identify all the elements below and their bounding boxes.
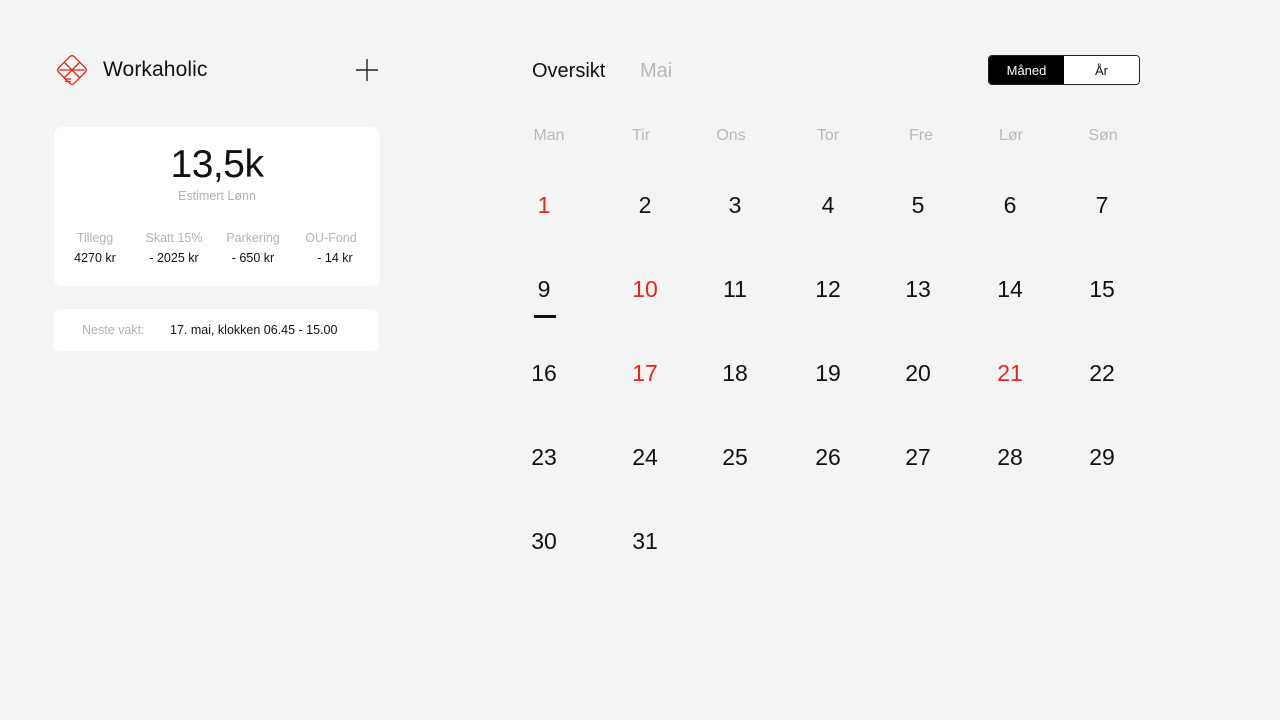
stat-label: OU-Fond: [305, 231, 357, 245]
today-marker: [534, 315, 556, 318]
stat-tillegg: Tillegg 4270 kr: [55, 231, 135, 265]
calendar-day-10[interactable]: 10: [620, 275, 670, 303]
calendar-day-30[interactable]: 30: [519, 527, 569, 555]
app-name: Workaholic: [103, 58, 208, 81]
weekday-0: Man: [533, 127, 565, 144]
salary-amount: 13,5k: [170, 143, 264, 186]
add-shift-button[interactable]: [354, 57, 380, 83]
stat-value: - 2025 kr: [149, 251, 199, 265]
calendar-day-15[interactable]: 15: [1077, 275, 1127, 303]
stat-value: - 14 kr: [317, 251, 353, 265]
calendar-day-6[interactable]: 6: [985, 191, 1035, 219]
tab-overview[interactable]: Oversikt: [532, 60, 605, 83]
stat-label: Skatt 15%: [145, 231, 203, 245]
calendar-day-18[interactable]: 18: [710, 359, 760, 387]
stat-parking: Parkering - 650 kr: [213, 231, 293, 265]
toggle-year-button[interactable]: År: [1064, 56, 1139, 84]
calendar-day-23[interactable]: 23: [519, 443, 569, 471]
calendar-day-27[interactable]: 27: [893, 443, 943, 471]
calendar-day-14[interactable]: 14: [985, 275, 1035, 303]
weekday-4: Fre: [909, 127, 933, 144]
stat-value: 4270 kr: [74, 251, 116, 265]
weekday-6: Søn: [1088, 127, 1118, 144]
plus-icon: [356, 59, 378, 81]
stat-tax: Skatt 15% - 2025 kr: [134, 231, 214, 265]
calendar-day-20[interactable]: 20: [893, 359, 943, 387]
stat-label: Parkering: [226, 231, 280, 245]
calendar-day-28[interactable]: 28: [985, 443, 1035, 471]
calendar-day-1[interactable]: 1: [519, 191, 569, 219]
calendar-day-31[interactable]: 31: [620, 527, 670, 555]
weekday-2: Ons: [716, 127, 746, 144]
weekday-3: Tor: [816, 127, 840, 144]
calendar-day-19[interactable]: 19: [803, 359, 853, 387]
salary-card: 13,5k Estimert Lønn Tillegg 4270 kr Skat…: [54, 127, 380, 286]
calendar-day-21[interactable]: 21: [985, 359, 1035, 387]
salary-label: Estimert Lønn: [178, 189, 256, 203]
calendar-day-3[interactable]: 3: [710, 191, 760, 219]
calendar-day-4[interactable]: 4: [803, 191, 853, 219]
brand: Workaholic: [53, 51, 207, 89]
stat-label: Tillegg: [76, 231, 114, 245]
tab-month[interactable]: Mai: [640, 60, 672, 83]
calendar-day-16[interactable]: 16: [519, 359, 569, 387]
next-shift-card[interactable]: Neste vakt: 17. mai, klokken 06.45 - 15.…: [53, 309, 379, 351]
calendar-day-13[interactable]: 13: [893, 275, 943, 303]
calendar-day-22[interactable]: 22: [1077, 359, 1127, 387]
calendar-day-17[interactable]: 17: [620, 359, 670, 387]
calendar-day-9[interactable]: 9: [519, 275, 569, 303]
view-toggle: Måned År: [988, 55, 1140, 85]
calendar-day-11[interactable]: 11: [710, 275, 760, 303]
workaholic-logo-icon: [57, 55, 87, 85]
stat-value: - 650 kr: [231, 251, 275, 265]
calendar-day-24[interactable]: 24: [620, 443, 670, 471]
next-shift-value: 17. mai, klokken 06.45 - 15.00: [170, 323, 338, 337]
calendar-day-5[interactable]: 5: [893, 191, 943, 219]
calendar-day-25[interactable]: 25: [710, 443, 760, 471]
calendar-day-7[interactable]: 7: [1077, 191, 1127, 219]
calendar-day-2[interactable]: 2: [620, 191, 670, 219]
weekday-5: Lør: [999, 127, 1023, 144]
stat-ou-fond: OU-Fond - 14 kr: [291, 231, 371, 265]
next-shift-label: Neste vakt:: [82, 323, 145, 337]
weekday-1: Tir: [631, 127, 651, 144]
toggle-month-button[interactable]: Måned: [989, 56, 1064, 84]
calendar-day-29[interactable]: 29: [1077, 443, 1127, 471]
calendar-day-26[interactable]: 26: [803, 443, 853, 471]
app-root: Workaholic 13,5k Estimert Lønn Tillegg 4…: [0, 0, 1280, 720]
calendar-day-12[interactable]: 12: [803, 275, 853, 303]
